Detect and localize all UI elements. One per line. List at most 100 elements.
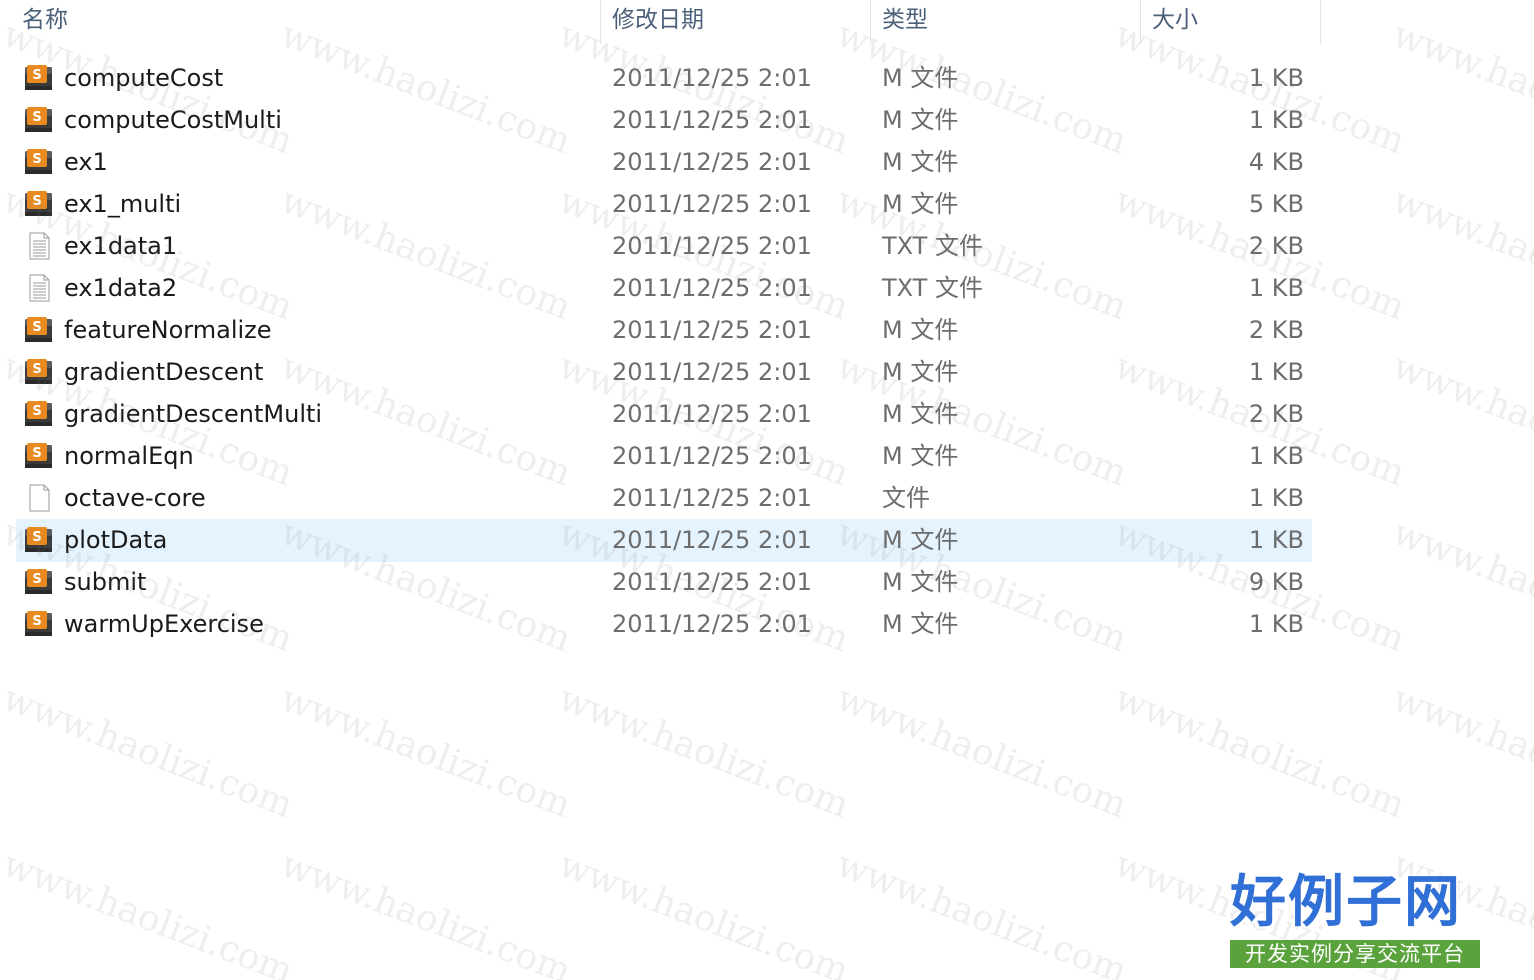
svg-text:S: S	[32, 320, 41, 335]
file-type: M 文件	[882, 610, 959, 638]
file-row[interactable]: octave-core 2011/12/25 2:01 文件 1 KB	[0, 477, 1534, 519]
file-row[interactable]: ex1data1 2011/12/25 2:01 TXT 文件 2 KB	[0, 225, 1534, 267]
file-name: computeCostMulti	[64, 106, 282, 134]
column-header: 名称 修改日期 类型 大小	[0, 0, 1534, 44]
column-divider[interactable]	[1320, 0, 1321, 44]
file-name: featureNormalize	[64, 316, 272, 344]
svg-text:S: S	[32, 614, 41, 629]
file-row[interactable]: ex1data2 2011/12/25 2:01 TXT 文件 1 KB	[0, 267, 1534, 309]
file-size: 1 KB	[1248, 484, 1304, 512]
file-date: 2011/12/25 2:01	[612, 568, 812, 596]
file-type: 文件	[882, 484, 930, 512]
file-row[interactable]: SplotData 2011/12/25 2:01 M 文件 1 KB	[0, 519, 1534, 562]
watermark-text: www.haolizi.com	[275, 844, 577, 980]
file-size: 1 KB	[1248, 358, 1304, 386]
file-name: warmUpExercise	[64, 610, 264, 638]
column-header-date[interactable]: 修改日期	[590, 0, 870, 40]
file-name: plotData	[64, 526, 168, 554]
file-type: M 文件	[882, 316, 959, 344]
matlab-file-icon: S	[24, 442, 54, 470]
file-type: M 文件	[882, 148, 959, 176]
file-date: 2011/12/25 2:01	[612, 232, 812, 260]
file-size: 1 KB	[1248, 64, 1304, 92]
matlab-file-icon: S	[24, 568, 54, 596]
file-size: 1 KB	[1248, 610, 1304, 638]
svg-text:S: S	[32, 68, 41, 83]
file-size: 2 KB	[1248, 232, 1304, 260]
text-file-icon	[24, 274, 54, 302]
matlab-file-icon: S	[24, 400, 54, 428]
file-type: M 文件	[882, 442, 959, 470]
file-date: 2011/12/25 2:01	[612, 190, 812, 218]
watermark-text: www.haolizi.com	[553, 844, 855, 980]
matlab-file-icon: S	[24, 190, 54, 218]
watermark-text: www.haolizi.com	[0, 678, 299, 827]
file-type: TXT 文件	[882, 232, 983, 260]
file-row[interactable]: SgradientDescentMulti 2011/12/25 2:01 M 文件…	[0, 393, 1534, 435]
site-logo: 好例子网 开发实例分享交流平台	[1230, 870, 1482, 970]
file-row[interactable]: Sex1_multi 2011/12/25 2:01 M 文件 5 KB	[0, 183, 1534, 225]
column-header-type[interactable]: 类型	[860, 0, 1140, 40]
file-row[interactable]: ScomputeCost 2011/12/25 2:01 M 文件 1 KB	[0, 57, 1534, 99]
file-name: ex1_multi	[64, 190, 182, 218]
svg-text:S: S	[32, 530, 41, 545]
file-size: 4 KB	[1248, 148, 1304, 176]
file-row[interactable]: ScomputeCostMulti 2011/12/25 2:01 M 文件 1 KB	[0, 99, 1534, 141]
file-row[interactable]: SwarmUpExercise 2011/12/25 2:01 M 文件 1 KB	[0, 603, 1534, 645]
file-type: M 文件	[882, 64, 959, 92]
file-name: ex1data1	[64, 232, 178, 260]
file-type: M 文件	[882, 400, 959, 428]
matlab-file-icon: S	[24, 64, 54, 92]
file-date: 2011/12/25 2:01	[612, 316, 812, 344]
file-name: normalEqn	[64, 442, 194, 470]
svg-text:S: S	[32, 446, 41, 461]
file-explorer: 名称 修改日期 类型 大小 ScomputeCost 2011/12/25 2:0…	[0, 0, 1534, 980]
svg-text:S: S	[32, 194, 41, 209]
svg-text:S: S	[32, 362, 41, 377]
file-name: submit	[64, 568, 147, 596]
file-date: 2011/12/25 2:01	[612, 442, 812, 470]
column-header-size[interactable]: 大小	[1130, 0, 1320, 40]
file-name: gradientDescentMulti	[64, 400, 323, 428]
file-name: gradientDescent	[64, 358, 264, 386]
watermark-text: www.haolizi.com	[275, 678, 577, 827]
file-row[interactable]: SfeatureNormalize 2011/12/25 2:01 M 文件 2 KB	[0, 309, 1534, 351]
file-name: ex1	[64, 148, 108, 176]
svg-text:S: S	[32, 404, 41, 419]
file-size: 1 KB	[1248, 526, 1304, 554]
text-file-icon	[24, 232, 54, 260]
watermark-text: www.haolizi.com	[553, 678, 855, 827]
matlab-file-icon: S	[24, 316, 54, 344]
matlab-file-icon: S	[24, 148, 54, 176]
logo-title: 好例子网	[1230, 870, 1462, 935]
file-type: M 文件	[882, 358, 959, 386]
watermark-text: www.haolizi.com	[1109, 678, 1411, 827]
file-row[interactable]: Ssubmit 2011/12/25 2:01 M 文件 9 KB	[0, 561, 1534, 603]
matlab-file-icon: S	[24, 526, 54, 554]
file-date: 2011/12/25 2:01	[612, 106, 812, 134]
file-name: computeCost	[64, 64, 224, 92]
watermark-text: www.haolizi.com	[1387, 678, 1534, 827]
file-date: 2011/12/25 2:01	[612, 358, 812, 386]
file-date: 2011/12/25 2:01	[612, 526, 812, 554]
file-name: octave-core	[64, 484, 206, 512]
file-size: 1 KB	[1248, 274, 1304, 302]
file-row[interactable]: SgradientDescent 2011/12/25 2:01 M 文件 1 KB	[0, 351, 1534, 393]
file-date: 2011/12/25 2:01	[612, 148, 812, 176]
file-size: 1 KB	[1248, 442, 1304, 470]
file-date: 2011/12/25 2:01	[612, 64, 812, 92]
file-type: M 文件	[882, 106, 959, 134]
watermark-text: www.haolizi.com	[0, 844, 299, 980]
column-header-name[interactable]: 名称	[0, 0, 600, 40]
matlab-file-icon: S	[24, 106, 54, 134]
matlab-file-icon: S	[24, 610, 54, 638]
watermark-text: www.haolizi.com	[831, 678, 1133, 827]
svg-text:S: S	[32, 152, 41, 167]
file-date: 2011/12/25 2:01	[612, 610, 812, 638]
file-size: 9 KB	[1248, 568, 1304, 596]
file-row[interactable]: SnormalEqn 2011/12/25 2:01 M 文件 1 KB	[0, 435, 1534, 477]
file-date: 2011/12/25 2:01	[612, 400, 812, 428]
file-row[interactable]: Sex1 2011/12/25 2:01 M 文件 4 KB	[0, 141, 1534, 183]
blank-file-icon	[24, 484, 54, 512]
file-size: 2 KB	[1248, 400, 1304, 428]
